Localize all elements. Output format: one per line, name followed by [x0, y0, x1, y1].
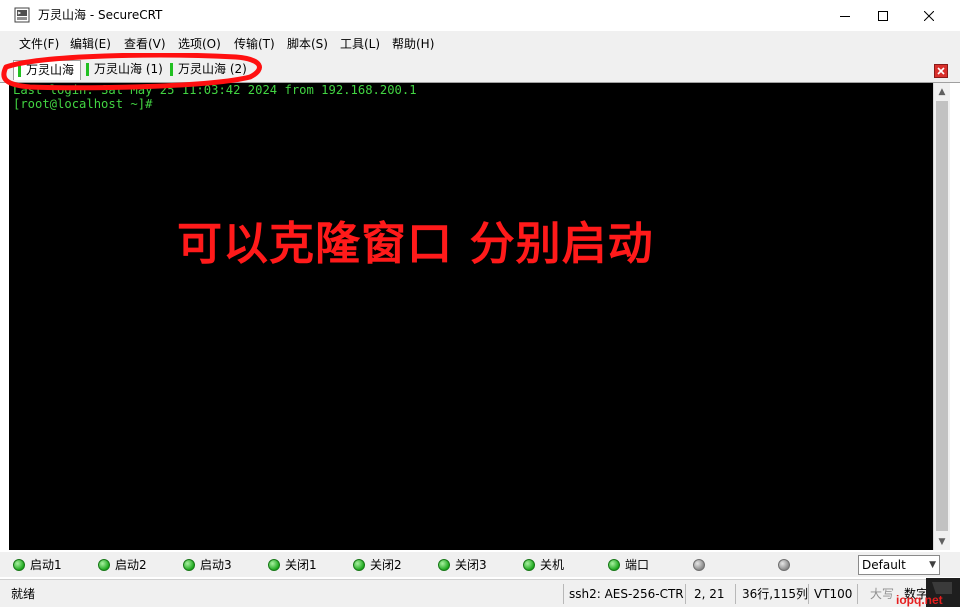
- annotation-overlay-text: 可以克隆窗口 分别启动: [177, 217, 654, 270]
- close-icon: [937, 67, 945, 75]
- green-status-icon: [608, 559, 620, 571]
- close-tab-button[interactable]: [934, 64, 948, 78]
- status-terminal-size: 36行,115列: [742, 587, 808, 601]
- scroll-up-arrow-icon[interactable]: ▲: [934, 83, 950, 100]
- green-status-icon: [183, 559, 195, 571]
- scroll-down-arrow-icon[interactable]: ▼: [934, 533, 950, 550]
- menu-transfer[interactable]: 传输(T): [234, 36, 275, 52]
- securecrt-app-icon[interactable]: [14, 7, 30, 23]
- status-cipher: ssh2: AES-256-CTR: [569, 587, 684, 601]
- button-label: 端口: [625, 558, 650, 572]
- close-icon: [924, 10, 934, 21]
- title-bar: 万灵山海 - SecureCRT: [0, 0, 960, 31]
- status-ready: 就绪: [11, 587, 36, 601]
- scrollbar-thumb[interactable]: [936, 101, 948, 531]
- window-title: 万灵山海 - SecureCRT: [38, 8, 163, 22]
- minimize-icon: [840, 15, 850, 17]
- command-button-empty-1[interactable]: [690, 556, 710, 574]
- maximize-button[interactable]: [860, 0, 906, 31]
- command-button-port[interactable]: 端口: [605, 556, 649, 574]
- command-button-stop-1[interactable]: 关闭1: [265, 556, 317, 574]
- close-button[interactable]: [906, 0, 952, 31]
- green-status-icon: [13, 559, 25, 571]
- chevron-down-icon: ▼: [929, 560, 936, 570]
- command-button-empty-2[interactable]: [775, 556, 795, 574]
- button-label: 关机: [540, 558, 565, 572]
- button-label: 启动3: [200, 558, 232, 572]
- watermark-text: iopq.net: [896, 593, 943, 607]
- maximize-icon: [878, 10, 888, 21]
- status-separator: [735, 584, 736, 604]
- green-status-icon: [98, 559, 110, 571]
- menu-options[interactable]: 选项(O): [178, 36, 221, 52]
- terminal-scrollbar[interactable]: ▲ ▼: [933, 83, 950, 550]
- green-status-icon: [523, 559, 535, 571]
- status-separator: [685, 584, 686, 604]
- button-label: 关闭2: [370, 558, 402, 572]
- menu-help[interactable]: 帮助(H): [392, 36, 434, 52]
- button-label: 关闭3: [455, 558, 487, 572]
- status-caps-lock: 大写: [870, 587, 895, 601]
- command-button-start-1[interactable]: 启动1: [10, 556, 62, 574]
- button-label: 关闭1: [285, 558, 317, 572]
- menu-view[interactable]: 查看(V): [124, 36, 166, 52]
- menu-script[interactable]: 脚本(S): [287, 36, 328, 52]
- gray-status-icon: [693, 559, 705, 571]
- command-button-shutdown[interactable]: 关机: [520, 556, 564, 574]
- menu-edit[interactable]: 编辑(E): [70, 36, 111, 52]
- status-separator: [563, 584, 564, 604]
- command-button-start-3[interactable]: 启动3: [180, 556, 232, 574]
- gray-status-icon: [778, 559, 790, 571]
- button-label: 启动1: [30, 558, 62, 572]
- button-bar-select[interactable]: Default ▼: [858, 555, 940, 575]
- select-value: Default: [862, 558, 906, 572]
- command-button-bar: 启动1 启动2 启动3 关闭1 关闭2 关闭3 关机 端口: [0, 552, 960, 577]
- command-button-start-2[interactable]: 启动2: [95, 556, 147, 574]
- green-status-icon: [353, 559, 365, 571]
- terminal-line: [root@localhost ~]#: [13, 97, 153, 111]
- watermark-logo: iopq.net: [896, 578, 960, 607]
- menu-tools[interactable]: 工具(L): [340, 36, 380, 52]
- command-button-stop-3[interactable]: 关闭3: [435, 556, 487, 574]
- status-separator: [857, 584, 858, 604]
- green-status-icon: [438, 559, 450, 571]
- status-bar: 就绪 ssh2: AES-256-CTR 2, 21 36行,115列 VT10…: [0, 579, 960, 607]
- green-status-icon: [268, 559, 280, 571]
- button-label: 启动2: [115, 558, 147, 572]
- red-annotation-outline: [1, 53, 262, 91]
- terminal-screen[interactable]: Last login: Sat May 25 11:03:42 2024 fro…: [9, 83, 933, 550]
- status-separator: [808, 584, 809, 604]
- status-cursor-position: 2, 21: [694, 587, 725, 601]
- menu-file[interactable]: 文件(F): [19, 36, 59, 52]
- command-button-stop-2[interactable]: 关闭2: [350, 556, 402, 574]
- status-terminal-type: VT100: [814, 587, 853, 601]
